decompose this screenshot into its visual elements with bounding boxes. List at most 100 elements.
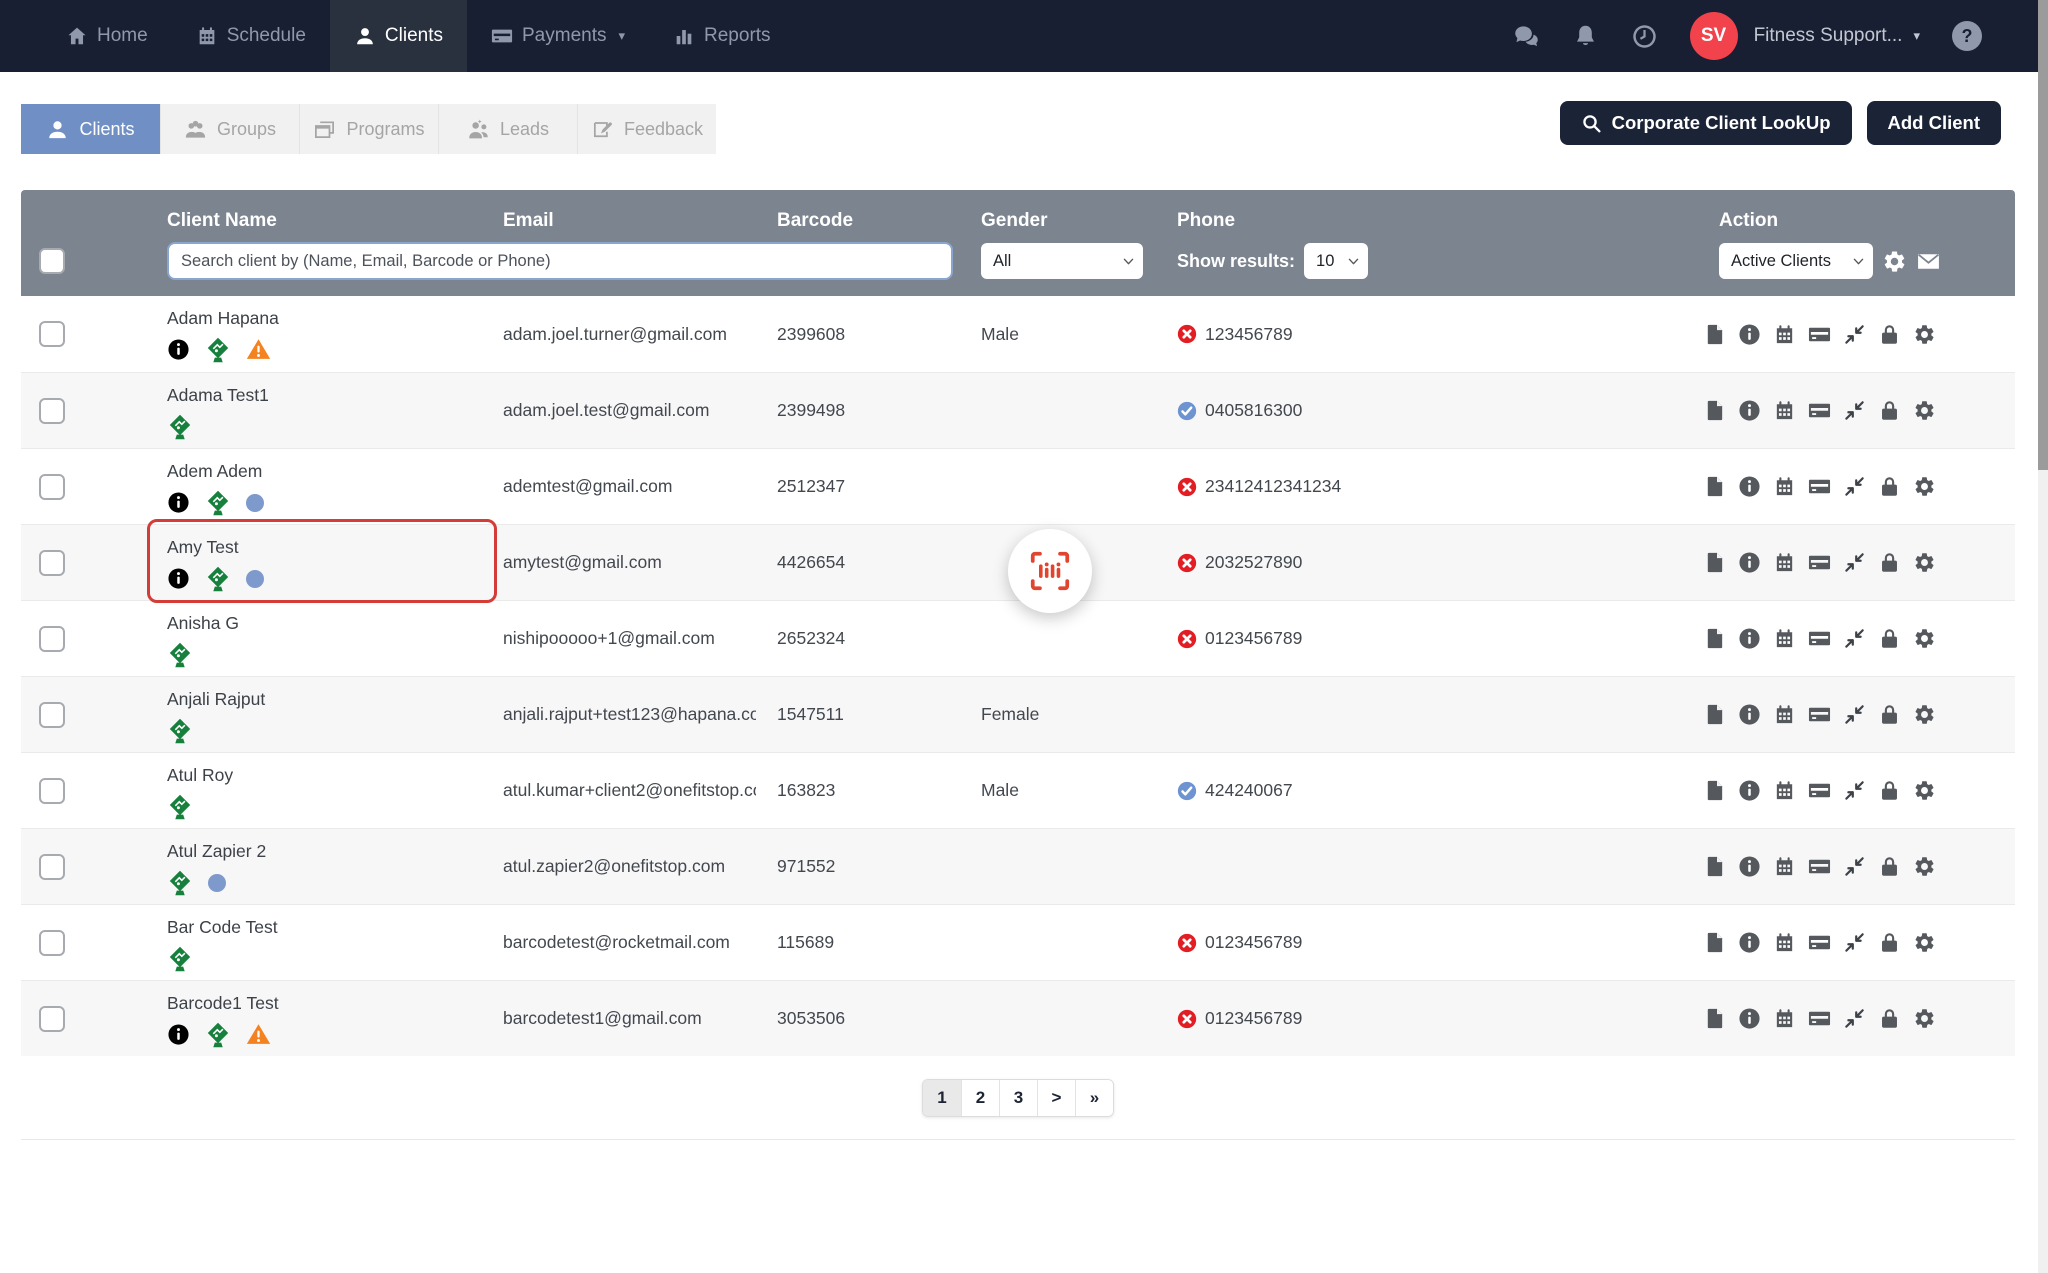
membership-badge-icon[interactable] <box>167 642 193 668</box>
calendar-icon[interactable] <box>1773 399 1796 422</box>
calendar-icon[interactable] <box>1773 703 1796 726</box>
client-status-filter-select[interactable]: Active Clients <box>1719 243 1873 279</box>
lock-icon[interactable] <box>1878 855 1901 878</box>
compress-icon[interactable] <box>1843 779 1866 802</box>
payment-card-icon[interactable] <box>1808 779 1831 802</box>
client-name-link[interactable]: Adama Test1 <box>167 385 482 406</box>
settings-gear-icon[interactable] <box>1913 855 1936 878</box>
pagination-page-»[interactable]: » <box>1075 1080 1113 1116</box>
account-menu[interactable]: Fitness Support... ▾ <box>1754 25 1920 47</box>
membership-badge-icon[interactable] <box>205 566 231 592</box>
warning-icon[interactable] <box>246 337 271 362</box>
row-checkbox[interactable] <box>39 625 65 652</box>
notifications-bell-icon[interactable] <box>1572 23 1599 50</box>
calendar-icon[interactable] <box>1773 323 1796 346</box>
info-circle-icon[interactable] <box>1738 627 1761 650</box>
info-circle-icon[interactable] <box>1738 855 1761 878</box>
row-checkbox[interactable] <box>39 321 65 347</box>
info-circle-icon[interactable] <box>1738 551 1761 574</box>
payment-card-icon[interactable] <box>1808 627 1831 650</box>
row-checkbox[interactable] <box>39 929 65 956</box>
settings-gear-icon[interactable] <box>1913 703 1936 726</box>
document-icon[interactable] <box>1703 855 1726 878</box>
info-circle-icon[interactable] <box>1738 1007 1761 1030</box>
chat-icon[interactable] <box>1513 23 1540 50</box>
pagination-page-3[interactable]: 3 <box>999 1080 1037 1116</box>
info-icon[interactable] <box>167 1023 190 1046</box>
payment-card-icon[interactable] <box>1808 323 1831 346</box>
client-name-link[interactable]: Barcode1 Test <box>167 993 482 1014</box>
info-icon[interactable] <box>167 491 190 514</box>
client-name-link[interactable]: Bar Code Test <box>167 917 482 938</box>
settings-gear-icon[interactable] <box>1913 399 1936 422</box>
barcode-scan-button[interactable] <box>1008 529 1092 613</box>
search-input[interactable] <box>167 242 953 280</box>
nav-item-home[interactable]: Home <box>42 0 172 72</box>
tab-leads[interactable]: Leads <box>438 104 577 154</box>
document-icon[interactable] <box>1703 551 1726 574</box>
info-circle-icon[interactable] <box>1738 931 1761 954</box>
membership-badge-icon[interactable] <box>205 1022 231 1048</box>
show-results-select[interactable]: 10 <box>1304 243 1369 279</box>
nav-item-payments[interactable]: Payments ▾ <box>467 0 649 72</box>
settings-gear-icon[interactable] <box>1913 551 1936 574</box>
tab-programs[interactable]: Programs <box>299 104 438 154</box>
info-circle-icon[interactable] <box>1738 703 1761 726</box>
add-client-button[interactable]: Add Client <box>1866 101 2001 145</box>
row-checkbox[interactable] <box>39 397 65 424</box>
calendar-icon[interactable] <box>1773 627 1796 650</box>
clock-icon[interactable] <box>1631 23 1658 50</box>
client-name-link[interactable]: Anisha G <box>167 613 482 634</box>
settings-gear-icon[interactable] <box>1913 1007 1936 1030</box>
page-scrollbar-thumb[interactable] <box>2038 0 2048 470</box>
settings-gear-icon[interactable] <box>1913 475 1936 498</box>
membership-badge-icon[interactable] <box>167 414 193 440</box>
settings-gear-icon[interactable] <box>1882 249 1907 274</box>
document-icon[interactable] <box>1703 475 1726 498</box>
warning-icon[interactable] <box>246 1022 271 1047</box>
lock-icon[interactable] <box>1878 323 1901 346</box>
payment-card-icon[interactable] <box>1808 931 1831 954</box>
payment-card-icon[interactable] <box>1808 551 1831 574</box>
client-name-link[interactable]: Anjali Rajput <box>167 689 482 710</box>
calendar-icon[interactable] <box>1773 551 1796 574</box>
document-icon[interactable] <box>1703 703 1726 726</box>
row-checkbox[interactable] <box>39 1005 65 1032</box>
info-circle-icon[interactable] <box>1738 399 1761 422</box>
tab-clients[interactable]: Clients <box>21 104 160 154</box>
document-icon[interactable] <box>1703 1007 1726 1030</box>
lock-icon[interactable] <box>1878 475 1901 498</box>
membership-badge-icon[interactable] <box>167 718 193 744</box>
compress-icon[interactable] <box>1843 855 1866 878</box>
info-icon[interactable] <box>167 567 190 590</box>
compress-icon[interactable] <box>1843 399 1866 422</box>
membership-badge-icon[interactable] <box>167 946 193 972</box>
membership-badge-icon[interactable] <box>205 337 231 363</box>
calendar-icon[interactable] <box>1773 855 1796 878</box>
membership-badge-icon[interactable] <box>167 794 193 820</box>
row-checkbox[interactable] <box>39 701 65 728</box>
help-icon[interactable]: ? <box>1952 21 1982 51</box>
lock-icon[interactable] <box>1878 703 1901 726</box>
nav-item-clients[interactable]: Clients <box>329 0 467 72</box>
lock-icon[interactable] <box>1878 627 1901 650</box>
client-name-link[interactable]: Atul Roy <box>167 765 482 786</box>
settings-gear-icon[interactable] <box>1913 323 1936 346</box>
payment-card-icon[interactable] <box>1808 475 1831 498</box>
lock-icon[interactable] <box>1878 1007 1901 1030</box>
info-icon[interactable] <box>167 338 190 361</box>
settings-gear-icon[interactable] <box>1913 779 1936 802</box>
payment-card-icon[interactable] <box>1808 855 1831 878</box>
row-checkbox[interactable] <box>39 549 65 576</box>
lock-icon[interactable] <box>1878 931 1901 954</box>
select-all-checkbox[interactable] <box>39 248 65 274</box>
nav-item-reports[interactable]: Reports <box>649 0 795 72</box>
pagination-page-1[interactable]: 1 <box>923 1080 961 1116</box>
pagination-page-2[interactable]: 2 <box>961 1080 999 1116</box>
lock-icon[interactable] <box>1878 399 1901 422</box>
corporate-client-lookup-button[interactable]: Corporate Client LookUp <box>1559 101 1852 145</box>
calendar-icon[interactable] <box>1773 931 1796 954</box>
document-icon[interactable] <box>1703 779 1726 802</box>
compress-icon[interactable] <box>1843 551 1866 574</box>
info-circle-icon[interactable] <box>1738 475 1761 498</box>
